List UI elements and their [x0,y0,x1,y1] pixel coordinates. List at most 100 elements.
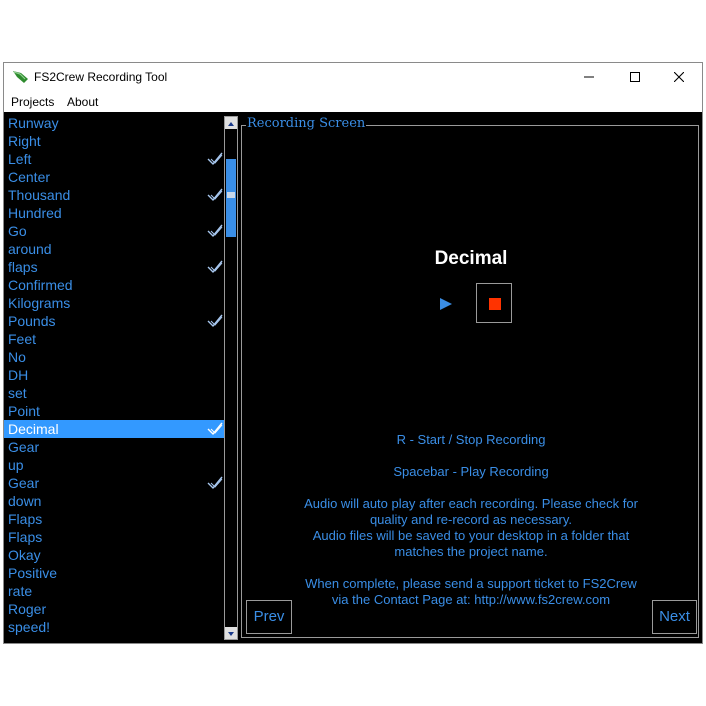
maximize-button[interactable] [612,63,658,91]
panel-title: Recording Screen [246,116,367,131]
list-item-label: around [8,241,52,257]
list-item-label: flaps [8,259,38,275]
window-title: FS2Crew Recording Tool [34,70,168,84]
check-icon [207,188,223,202]
list-item-label: Right [8,133,41,149]
list-item[interactable]: Positive [4,564,224,582]
list-item[interactable]: Kilograms [4,294,224,312]
word-list[interactable]: Runway Right Left Center Thousand Hundred Go ar… [4,112,224,643]
scroll-up-icon [228,122,234,126]
list-item[interactable]: flaps [4,258,224,276]
stop-icon [489,298,501,310]
stop-button[interactable] [476,283,512,323]
close-icon [674,72,684,82]
list-item-label: DH [8,367,29,383]
menu-projects[interactable]: Projects [11,95,54,109]
list-item-label: Gear [8,439,40,455]
list-item[interactable]: up [4,456,224,474]
list-item-label: Flaps [8,511,43,527]
list-item[interactable]: Left [4,150,224,168]
list-item-label: down [8,493,42,509]
scroll-thumb[interactable] [226,159,236,237]
check-icon [207,314,223,328]
list-item[interactable]: Feet [4,330,224,348]
list-item-label: Go [8,223,27,239]
maximize-icon [630,72,640,82]
list-item-label: Center [8,169,51,185]
list-item[interactable]: rate [4,582,224,600]
list-item[interactable]: Thousand [4,186,224,204]
check-icon [207,152,223,166]
list-item-label: up [8,457,24,473]
list-item[interactable]: Flaps [4,528,224,546]
menu-about[interactable]: About [67,95,98,109]
list-item[interactable]: Roger [4,600,224,618]
app-window: FS2Crew Recording Tool Projects About Ru… [3,62,703,644]
list-item-label: speed! [8,619,51,635]
list-item-label: Decimal [8,421,59,437]
instruction-play: Spacebar - Play Recording [393,464,549,479]
list-item-label: Pounds [8,313,56,329]
list-item-label: Confirmed [8,277,73,293]
list-item-label: Left [8,151,32,167]
note-line: Audio files will be saved to your deskto… [312,528,630,543]
close-button[interactable] [656,63,702,91]
scroll-thumb-grip [227,192,235,198]
title-bar[interactable]: FS2Crew Recording Tool [4,63,702,91]
list-item[interactable]: Runway [4,114,224,132]
list-item-label: No [8,349,26,365]
play-icon[interactable] [439,297,453,311]
list-item[interactable]: Confirmed [4,276,224,294]
note-line: quality and re-record as necessary. [369,512,573,527]
list-item[interactable]: Hundred [4,204,224,222]
app-logo-icon [13,71,28,83]
list-item-label: Runway [8,115,59,131]
list-item-label: rate [8,583,33,599]
list-item-label: Gear [8,475,40,491]
list-item[interactable]: Gear [4,474,224,492]
list-item[interactable]: Point [4,402,224,420]
scroll-up-button[interactable] [225,117,237,129]
check-icon [207,422,223,436]
prev-button[interactable]: Prev [246,600,292,634]
list-item-label: Flaps [8,529,43,545]
list-item[interactable]: Go [4,222,224,240]
list-item-label: Roger [8,601,47,617]
minimize-button[interactable] [566,63,612,91]
list-item[interactable]: Pounds [4,312,224,330]
complete-line: When complete, please send a support tic… [305,576,637,591]
recording-screen-panel: Recording Screen Decimal R - Start / Sto… [241,116,699,638]
complete-line: via the Contact Page at: http://www.fs2c… [331,592,611,607]
next-button[interactable]: Next [652,600,697,634]
list-item-label: Feet [8,331,37,347]
note-line: matches the project name. [394,544,548,559]
list-item-label: Thousand [8,187,71,203]
list-item[interactable]: speed! [4,618,224,636]
list-item[interactable]: set [4,384,224,402]
list-item[interactable]: Center [4,168,224,186]
list-item[interactable]: No [4,348,224,366]
scroll-down-button[interactable] [225,627,237,639]
list-item[interactable]: Gear [4,438,224,456]
minimize-icon [584,76,594,78]
list-item[interactable]: around [4,240,224,258]
list-item[interactable]: Okay [4,546,224,564]
current-word: Decimal [434,248,508,269]
instruction-record: R - Start / Stop Recording [396,432,546,447]
list-item-label: Positive [8,565,58,581]
list-item-label: Okay [8,547,41,563]
list-item[interactable]: down [4,492,224,510]
list-item-label: Kilograms [8,295,71,311]
word-list-scrollbar[interactable] [224,116,238,640]
menu-bar: Projects About [4,92,702,112]
client-area: Runway Right Left Center Thousand Hundred Go ar… [4,112,702,643]
check-icon [207,476,223,490]
check-icon [207,260,223,274]
list-item-label: Point [8,403,40,419]
list-item[interactable]: DH [4,366,224,384]
list-item[interactable]: Right [4,132,224,150]
scroll-down-icon [228,632,234,636]
list-item[interactable]: Decimal [4,420,224,438]
list-item[interactable]: Flaps [4,510,224,528]
list-item-label: Hundred [8,205,62,221]
